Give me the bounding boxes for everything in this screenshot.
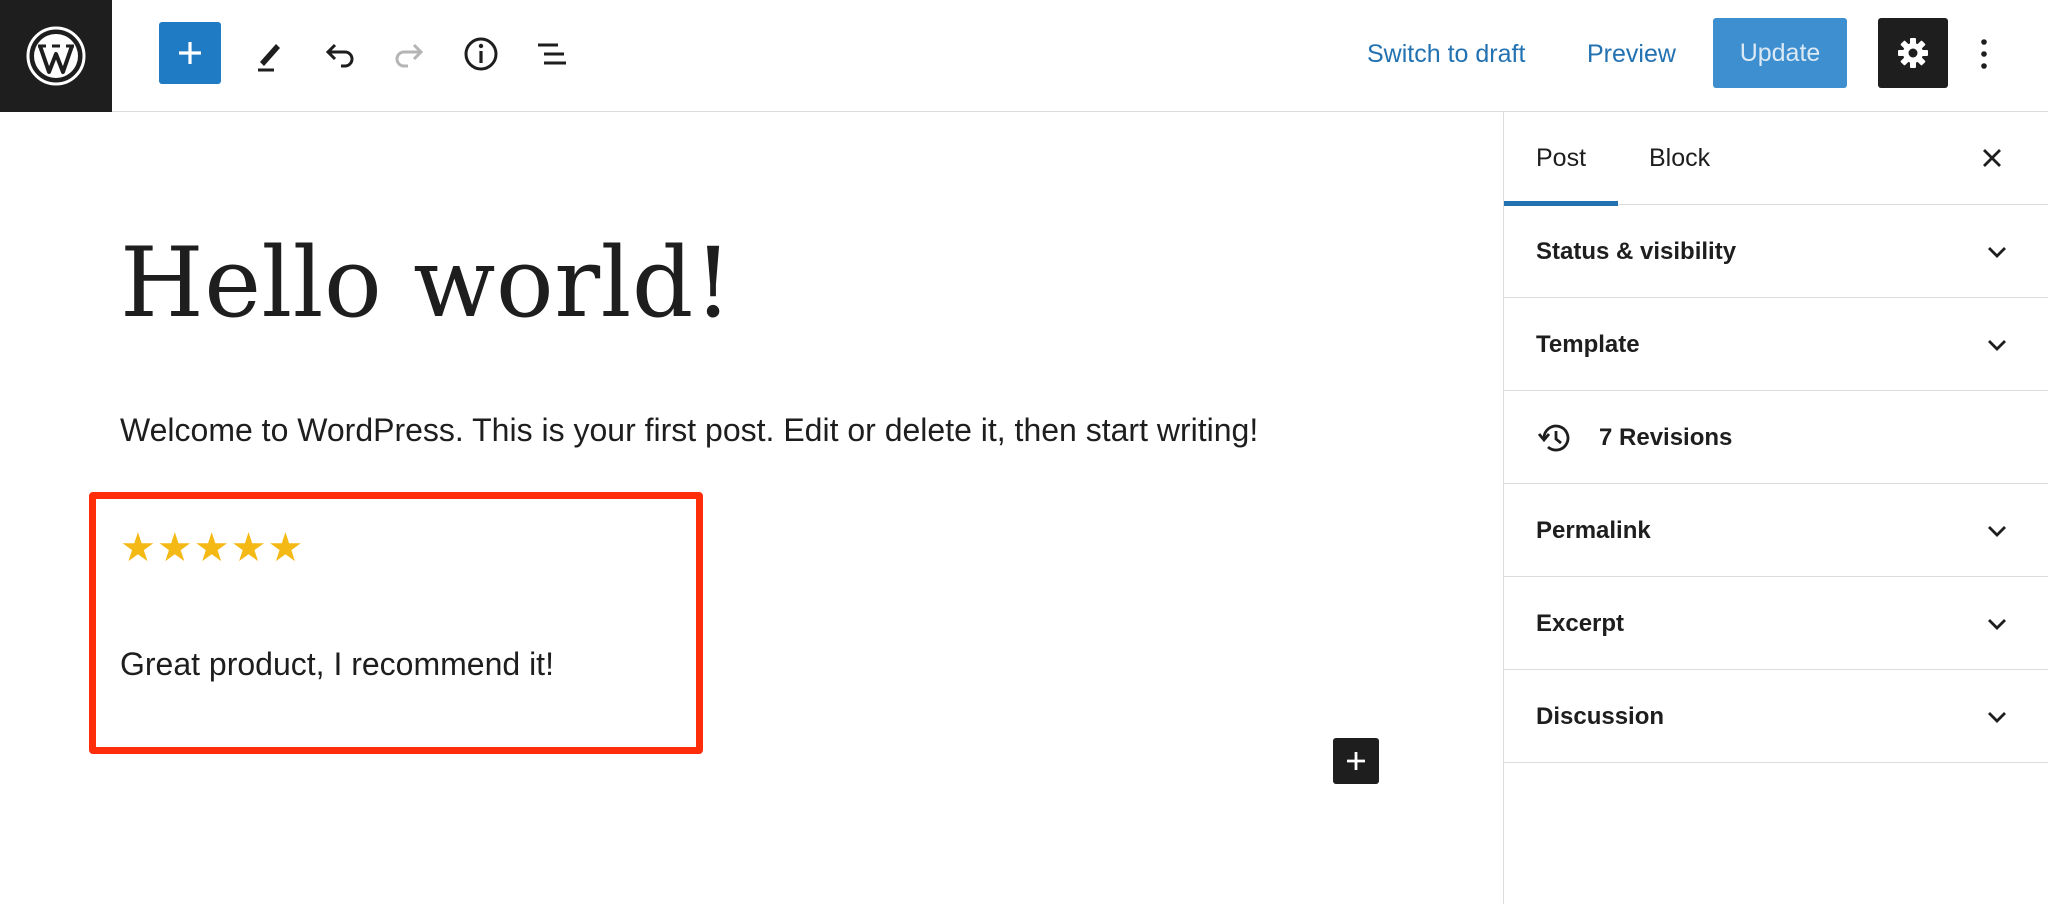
panel-label: 7 Revisions xyxy=(1599,424,1733,451)
sidebar-tabs: Post Block xyxy=(1504,112,2048,206)
editor-toolbar: Switch to draft Preview Update xyxy=(0,0,2048,112)
chevron-down-icon xyxy=(1988,340,2006,351)
panel-status-visibility[interactable]: Status & visibility xyxy=(1504,205,2048,298)
paragraph-block[interactable]: Welcome to WordPress. This is your first… xyxy=(120,410,1258,452)
gear-icon xyxy=(1898,38,1928,68)
star-rating[interactable]: ★★★★★ xyxy=(120,528,304,568)
history-icon xyxy=(1537,424,1570,452)
panel-revisions[interactable]: 7 Revisions xyxy=(1504,391,2048,484)
redo-button[interactable] xyxy=(378,22,442,86)
chevron-down-icon xyxy=(1988,712,2006,723)
add-block-button[interactable] xyxy=(1333,738,1379,784)
redo-icon xyxy=(395,43,424,68)
chevron-down-icon xyxy=(1988,619,2006,630)
panel-template[interactable]: Template xyxy=(1504,298,2048,391)
tools-button[interactable] xyxy=(236,22,300,86)
panel-excerpt[interactable]: Excerpt xyxy=(1504,577,2048,670)
chevron-down-icon xyxy=(1988,526,2006,537)
post-title[interactable]: Hello world! xyxy=(120,235,733,331)
chevron-down-icon xyxy=(1988,247,2006,258)
more-vertical-icon xyxy=(1981,39,1987,69)
panel-permalink[interactable]: Permalink xyxy=(1504,484,2048,577)
panel-label: Template xyxy=(1536,331,1640,358)
plus-icon xyxy=(179,42,201,64)
panel-label: Status & visibility xyxy=(1536,238,1737,265)
close-sidebar-button[interactable] xyxy=(1974,140,2010,176)
wordpress-logo-icon[interactable] xyxy=(0,0,112,112)
info-icon xyxy=(464,37,498,71)
list-view-icon xyxy=(538,43,566,65)
panel-label: Excerpt xyxy=(1536,610,1625,637)
block-inserter-button[interactable] xyxy=(159,22,221,84)
panel-label: Permalink xyxy=(1536,517,1651,544)
switch-to-draft-button[interactable]: Switch to draft xyxy=(1367,34,1525,74)
options-menu-button[interactable] xyxy=(1968,22,2000,86)
list-view-button[interactable] xyxy=(520,22,584,86)
settings-sidebar: Post Block Status & visibility Template … xyxy=(1503,112,2048,904)
preview-button[interactable]: Preview xyxy=(1587,34,1676,74)
details-button[interactable] xyxy=(449,22,513,86)
panel-label: Discussion xyxy=(1536,703,1665,730)
settings-button[interactable] xyxy=(1878,18,1948,88)
tab-post[interactable]: Post xyxy=(1536,112,1586,205)
plus-icon xyxy=(1347,752,1365,770)
editor-canvas[interactable]: Hello world! Welcome to WordPress. This … xyxy=(0,112,1503,904)
update-button[interactable]: Update xyxy=(1713,18,1847,88)
tab-block[interactable]: Block xyxy=(1649,112,1710,205)
undo-icon xyxy=(325,43,354,68)
review-paragraph[interactable]: Great product, I recommend it! xyxy=(120,644,554,686)
close-icon xyxy=(1983,149,2001,167)
pencil-icon xyxy=(258,44,280,72)
panel-discussion[interactable]: Discussion xyxy=(1504,670,2048,763)
undo-button[interactable] xyxy=(307,22,371,86)
